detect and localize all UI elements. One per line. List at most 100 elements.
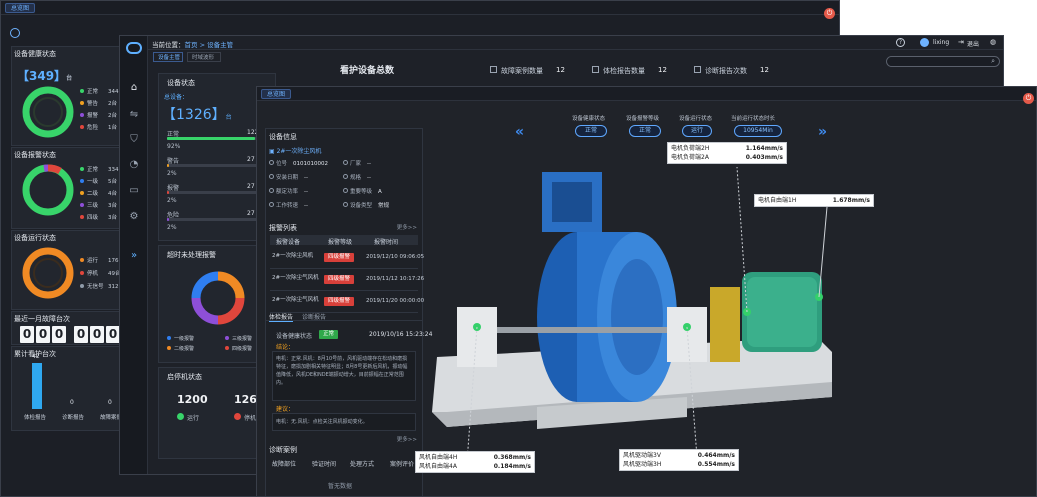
legend-dot-icon [80,191,84,195]
stop-value: 126 [234,393,257,406]
alarm-level-badge: 四级报警 [324,253,355,262]
nav-status-value[interactable]: 正常 [575,125,607,137]
stop-icon [234,413,241,420]
avatar[interactable] [920,38,929,47]
pie-icon[interactable]: ◔ [127,158,141,172]
run-donut [22,247,74,299]
logout-icon[interactable]: ⇥ [958,38,964,46]
status-track [167,164,263,167]
sensor-callout[interactable]: 电机负荷端2H 1.164mm/s 电机负荷端2A 0.403mm/s [667,142,787,164]
status-track [167,191,263,194]
stat-value: 12 [760,66,769,74]
tab-diagnosis-report[interactable]: 诊断报告 [302,312,326,321]
home-icon[interactable]: ⌂ [127,81,141,95]
callout-row: 风机驱动端3V 0.464mm/s [623,451,735,460]
shield-icon[interactable]: ⛉ [127,133,141,147]
callout-label: 风机自由端4A [419,463,457,470]
legend-item: 正常 334台 [80,165,124,173]
fault-count-title: 最近一月故障台次 [14,315,70,323]
callout-label: 风机驱动端3V [623,452,661,459]
case-empty: 暂无数据 [328,483,353,490]
header-title: 看护设备总数 [340,66,395,76]
overview-tab-front[interactable]: 总览图 [261,89,292,99]
globe-icon[interactable]: ◍ [990,38,996,46]
nav-status-value[interactable]: 正常 [629,125,661,137]
device-field: 厂家 -- [343,159,371,167]
legend-label: 四级 [87,215,99,221]
close-icon[interactable]: ⏻ [1023,93,1034,104]
nav-prev-icon[interactable]: « [515,124,524,140]
field-value: 0101010002 [293,161,329,167]
run-status-title: 设备运行状态 [14,234,56,242]
info-more-link[interactable]: 更多>> [397,223,417,231]
overdue-legend-item: 四级报警 [225,344,252,352]
callout-label: 风机自由端4H [419,454,458,461]
sensor-callout[interactable]: 风机驱动端3V 0.464mm/s 风机驱动端3H 0.554mm/s [619,449,739,471]
logout-link[interactable]: 退出 [967,39,979,48]
callout-row: 风机驱动端3H 0.554mm/s [623,460,735,469]
field-label: 厂家 [350,161,362,167]
report-more-link[interactable]: 更多>> [397,435,417,443]
legend-value: 2台 [108,113,117,119]
alarm-row[interactable]: 2#一次除尘气风机 四级报警 2019/11/12 10:17:26 [270,269,424,291]
legend-item: 无信号 312台 [80,282,124,290]
close-icon[interactable]: ⏻ [824,8,835,19]
stat-icon [694,66,701,73]
health-badge: 正常 [319,330,339,339]
status-fill [167,164,169,167]
tab-health-report[interactable]: 体检报告 [269,312,294,322]
device-status-title: 设备状态 [167,79,195,87]
field-icon [343,174,348,179]
search-input[interactable]: ⌕ [886,56,1000,67]
legend-label: 停机 [87,271,99,277]
callout-value: 1.678mm/s [832,197,870,204]
callout-label: 风机驱动端3H [623,461,662,468]
monitor-icon[interactable]: ▭ [127,184,141,198]
expand-icon[interactable]: » [127,249,141,263]
device-field: 设备类型 常规 [343,201,389,209]
nav-status-label: 当前运行状态时长 [731,116,776,122]
nav-status-label: 设备报警等级 [626,116,660,122]
overview-tab[interactable]: 总览图 [5,3,36,13]
gear-icon[interactable]: ⚙ [127,210,141,224]
nav-next-icon[interactable]: » [818,124,827,140]
tab-waveform[interactable]: 时域波形 [187,52,221,62]
health-donut [22,86,74,138]
stat-label: 体检报告数量 [603,67,645,75]
legend-label: 危险 [87,125,99,131]
field-icon [269,174,274,179]
nav-status-value[interactable]: 运行 [682,125,712,137]
device-overview-window: 总览图 ⏻ 设备信息 ▣ 2#一次除尘风机 位号 0101010002 厂家 -- 安装… [256,86,1037,497]
username[interactable]: lixing [933,39,949,46]
legend-item: 报警 2台 [80,111,124,119]
field-icon [343,188,348,193]
legend-label: 正常 [87,167,99,173]
case-title: 诊断案例 [269,446,297,454]
help-icon[interactable]: ? [896,38,905,47]
legend-item: 危险 1台 [80,123,124,131]
legend-dot-icon [80,271,84,275]
sensor-callout[interactable]: 风机自由端4H 0.368mm/s 风机自由端4A 0.184mm/s [415,451,535,473]
nav-status-value[interactable]: 10954Min [734,125,782,137]
device-field: 额定功率 -- [269,187,308,195]
sensor-callout[interactable]: 电机自由端1H 1.678mm/s [754,194,874,207]
field-label: 规格 [350,175,362,181]
legend-dot-icon [80,89,84,93]
legend-label: 二级 [87,191,99,197]
legend-label: 一级 [87,179,99,185]
legend-value: 3台 [108,215,117,221]
fault-digit: 0 [20,326,34,343]
legend-label: 报警 [87,113,99,119]
fault-digit: 0 [106,326,120,343]
legend-dot-icon [225,336,229,340]
device-field: 位号 0101010002 [269,159,328,167]
callout-label: 电机自由端1H [758,197,797,204]
field-icon [343,202,348,207]
alarm-row[interactable]: 2#一次除尘风机 四级报警 2019/12/10 09:06:05 [270,247,424,269]
fault-digit: 0 [90,326,104,343]
tab-supervisor[interactable]: 设备主管 [153,52,183,62]
field-icon [269,202,274,207]
conclusion-label: 结论： [276,344,295,351]
sliders-icon[interactable]: ⇋ [127,108,141,122]
legend-dot-icon [225,346,229,350]
